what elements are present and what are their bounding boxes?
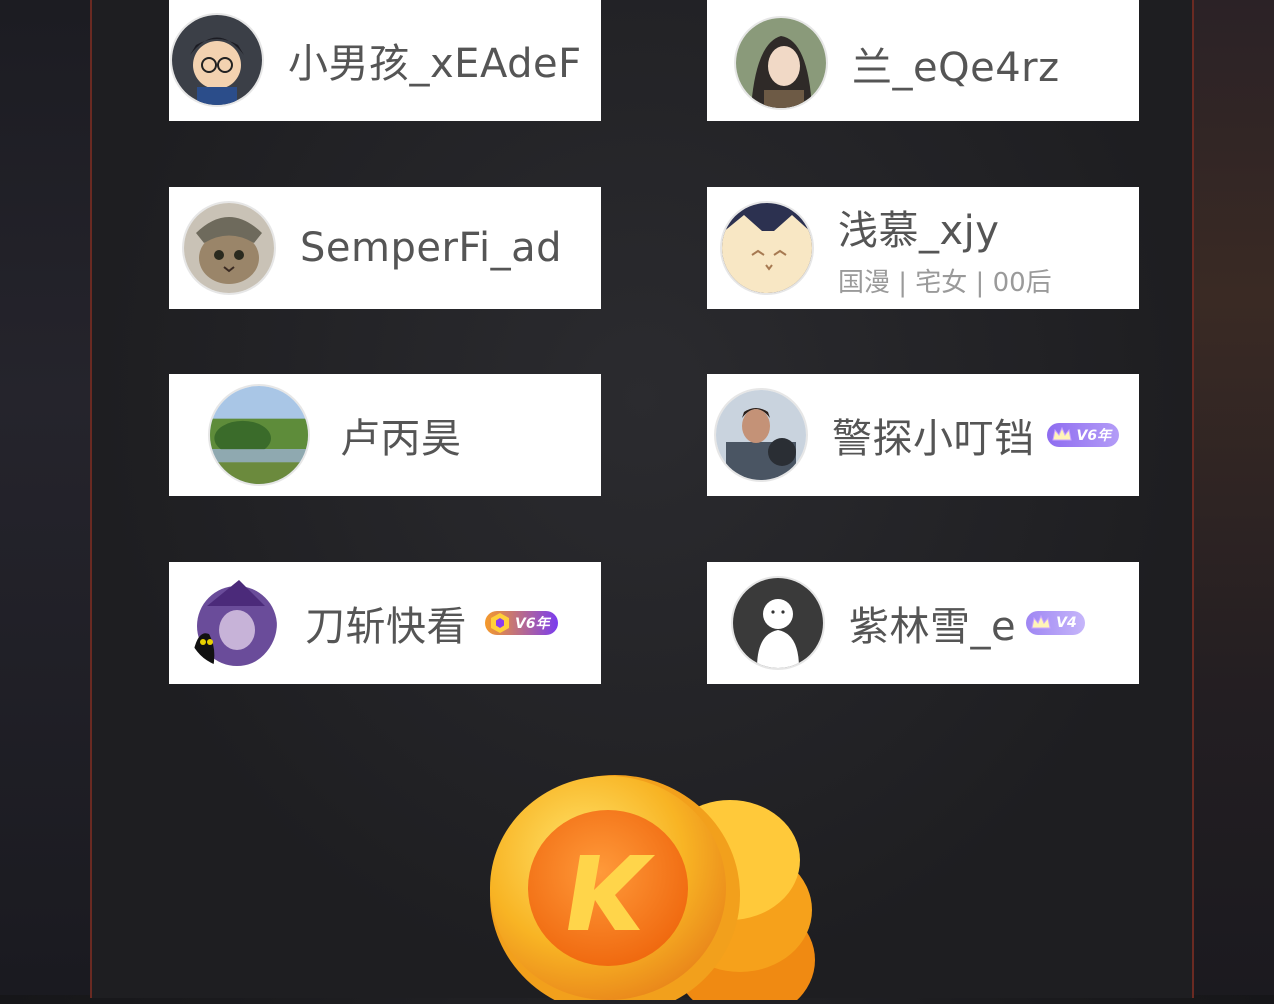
user-card-5[interactable]: 卢丙昊 xyxy=(169,374,601,496)
user-name: 警探小叮铛 xyxy=(832,416,1035,462)
user-name: 刀斩快看 xyxy=(305,604,467,650)
user-card-4[interactable]: 浅慕_xjy 国漫 | 宅女 | 00后 xyxy=(707,187,1139,309)
crown-icon xyxy=(1030,612,1052,634)
user-card-8[interactable]: 紫林雪_e V4 xyxy=(707,562,1139,684)
user-card-7[interactable]: 刀斩快看 V6年 xyxy=(169,562,601,684)
vip-badge: V4 xyxy=(1026,611,1085,635)
user-card-1[interactable]: 小男孩_xEAdeF xyxy=(169,0,601,121)
background-right xyxy=(1194,0,1274,995)
cartoon-cat-avatar xyxy=(722,203,812,293)
vip-level: V4 xyxy=(1056,615,1077,631)
vip-level: V6年 xyxy=(1076,428,1112,444)
vip-badge: V6年 xyxy=(1046,423,1120,447)
user-name: SemperFi_ad xyxy=(300,225,563,271)
user-name: 卢丙昊 xyxy=(340,416,462,462)
landscape-avatar xyxy=(210,386,308,484)
anime-girl-avatar xyxy=(736,18,826,108)
witch-cat-avatar xyxy=(187,578,277,668)
pilot-avatar xyxy=(716,390,806,480)
user-name: 兰_eQe4rz xyxy=(852,45,1060,91)
user-tags: 国漫 | 宅女 | 00后 xyxy=(838,267,1052,298)
background-left xyxy=(0,0,90,995)
vip-badge: V6年 xyxy=(485,611,558,635)
user-name: 小男孩_xEAdeF xyxy=(288,41,582,87)
cat-avatar xyxy=(184,203,274,293)
vip-level: V6年 xyxy=(515,616,550,632)
user-card-2[interactable]: 兰_eQe4rz xyxy=(707,0,1139,121)
user-name: 紫林雪_e xyxy=(849,604,1017,650)
conan-avatar xyxy=(172,15,262,105)
crown-icon xyxy=(1051,424,1073,446)
hexagon-icon xyxy=(489,612,511,634)
default-avatar xyxy=(733,578,823,668)
kk-coin-icon xyxy=(490,760,820,1004)
user-card-6[interactable]: 警探小叮铛 V6年 xyxy=(707,374,1139,496)
user-name: 浅慕_xjy xyxy=(838,207,1000,254)
user-card-3[interactable]: SemperFi_ad xyxy=(169,187,601,309)
